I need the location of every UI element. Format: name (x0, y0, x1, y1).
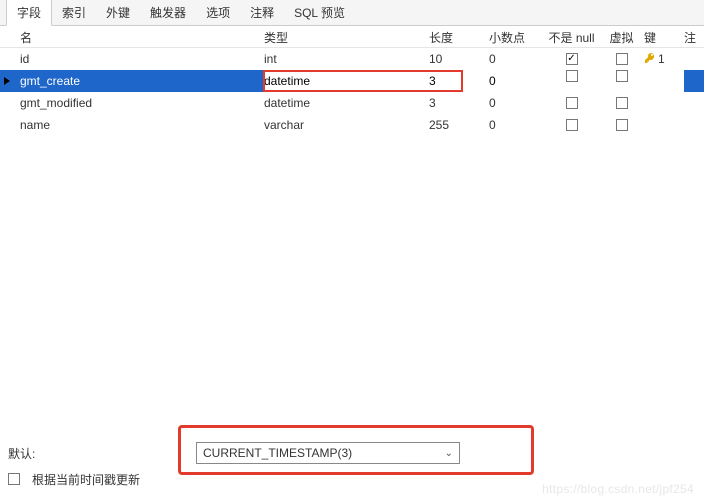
cell-name[interactable]: gmt_modified (14, 96, 264, 110)
tab-indexes[interactable]: 索引 (52, 0, 96, 25)
chevron-down-icon: ⌄ (445, 448, 453, 459)
field-properties-panel: 默认: CURRENT_TIMESTAMP(3) ⌄ 根据当前时间戳更新 (8, 440, 696, 492)
notnull-checkbox[interactable] (566, 53, 578, 65)
cell-name[interactable]: name (14, 118, 264, 132)
virtual-checkbox[interactable] (616, 97, 628, 109)
on-update-label: 根据当前时间戳更新 (32, 471, 140, 488)
cell-type[interactable]: varchar (264, 118, 429, 132)
tab-triggers[interactable]: 触发器 (140, 0, 196, 25)
cell-length[interactable]: 3 (429, 96, 489, 110)
tab-comment[interactable]: 注释 (240, 0, 284, 25)
cell-length[interactable]: 3 (429, 70, 489, 92)
table-row[interactable]: id int 10 0 1 (0, 48, 704, 70)
tab-options[interactable]: 选项 (196, 0, 240, 25)
notnull-checkbox[interactable] (566, 70, 578, 82)
cell-type[interactable]: datetime (264, 96, 429, 110)
key-number: 1 (658, 52, 665, 66)
tabs-bar: 字段 索引 外键 触发器 选项 注释 SQL 预览 (0, 0, 704, 26)
cell-type[interactable]: int (264, 52, 429, 66)
cell-decimals[interactable]: 0 (489, 118, 544, 132)
table-row[interactable]: gmt_create datetime 3 0 (0, 70, 704, 92)
header-notnull[interactable]: 不是 null (544, 29, 599, 46)
notnull-checkbox[interactable] (566, 119, 578, 131)
virtual-checkbox[interactable] (616, 119, 628, 131)
virtual-checkbox[interactable] (616, 70, 628, 82)
tab-sqlpreview[interactable]: SQL 预览 (284, 0, 355, 25)
fields-grid: 名 类型 长度 小数点 不是 null 虚拟 键 注 id int 10 0 1… (0, 26, 704, 136)
cell-type[interactable]: datetime (264, 70, 429, 92)
virtual-checkbox[interactable] (616, 53, 628, 65)
cell-length[interactable]: 255 (429, 118, 489, 132)
cell-decimals[interactable]: 0 (489, 52, 544, 66)
header-type[interactable]: 类型 (264, 29, 429, 46)
grid-header: 名 类型 长度 小数点 不是 null 虚拟 键 注 (0, 26, 704, 48)
header-extra[interactable]: 注 (684, 29, 694, 46)
tab-fields[interactable]: 字段 (6, 0, 52, 26)
row-marker-icon (3, 76, 11, 86)
cell-name[interactable]: id (14, 52, 264, 66)
header-virtual[interactable]: 虚拟 (599, 29, 644, 46)
header-length[interactable]: 长度 (429, 29, 489, 46)
cell-decimals[interactable]: 0 (489, 70, 544, 92)
header-key[interactable]: 键 (644, 29, 684, 46)
notnull-checkbox[interactable] (566, 97, 578, 109)
tab-foreignkeys[interactable]: 外键 (96, 0, 140, 25)
on-update-checkbox[interactable] (8, 473, 20, 485)
default-value-select[interactable]: CURRENT_TIMESTAMP(3) ⌄ (196, 442, 460, 464)
cell-key[interactable]: 1 (644, 52, 684, 67)
default-value-text: CURRENT_TIMESTAMP(3) (203, 446, 352, 460)
cell-length[interactable]: 10 (429, 52, 489, 66)
header-decimals[interactable]: 小数点 (489, 29, 544, 46)
default-label: 默认: (8, 445, 188, 462)
cell-name[interactable]: gmt_create (14, 74, 264, 88)
key-icon (644, 52, 656, 67)
header-name[interactable]: 名 (14, 29, 264, 46)
cell-decimals[interactable]: 0 (489, 96, 544, 110)
table-row[interactable]: gmt_modified datetime 3 0 (0, 92, 704, 114)
table-row[interactable]: name varchar 255 0 (0, 114, 704, 136)
